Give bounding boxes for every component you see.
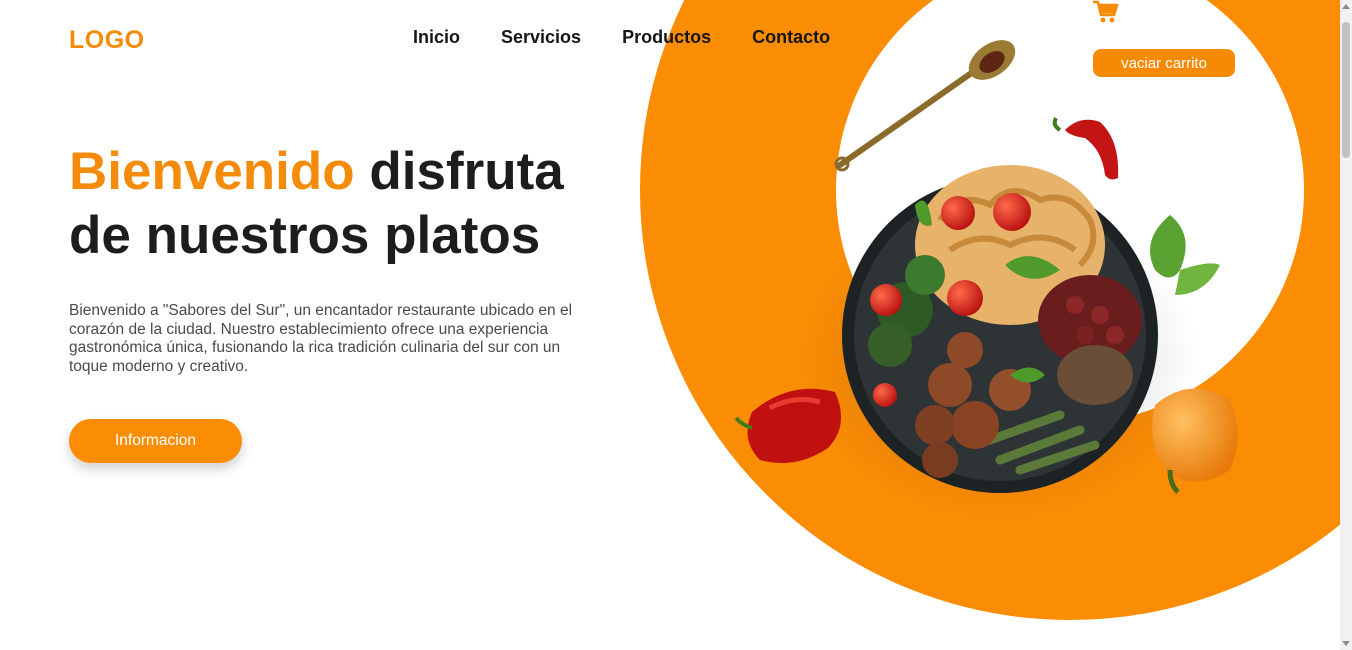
hero-title-accent: Bienvenido <box>69 142 355 201</box>
spoon-illustration <box>834 40 1016 172</box>
vertical-scrollbar[interactable] <box>1340 0 1352 650</box>
nav-inicio[interactable]: Inicio <box>413 27 460 48</box>
nav-productos[interactable]: Productos <box>622 27 711 48</box>
shopping-cart-icon[interactable] <box>1093 0 1119 24</box>
page: LOGO Inicio Servicios Productos Contacto… <box>0 0 1340 650</box>
logo[interactable]: LOGO <box>69 26 145 55</box>
hero-title: Bienvenido disfruta de nuestros platos <box>69 140 629 268</box>
red-pepper-illustration <box>734 388 842 464</box>
orange-pepper-illustration <box>1152 388 1238 494</box>
scroll-down-arrow-icon[interactable] <box>1342 641 1350 646</box>
food-bowl-image <box>734 40 1238 520</box>
scrollbar-thumb[interactable] <box>1342 22 1350 158</box>
scroll-up-arrow-icon[interactable] <box>1342 4 1350 9</box>
nav-servicios[interactable]: Servicios <box>501 27 581 48</box>
hero-description: Bienvenido a "Sabores del Sur", un encan… <box>69 302 573 375</box>
info-button[interactable]: Informacion <box>69 419 242 463</box>
